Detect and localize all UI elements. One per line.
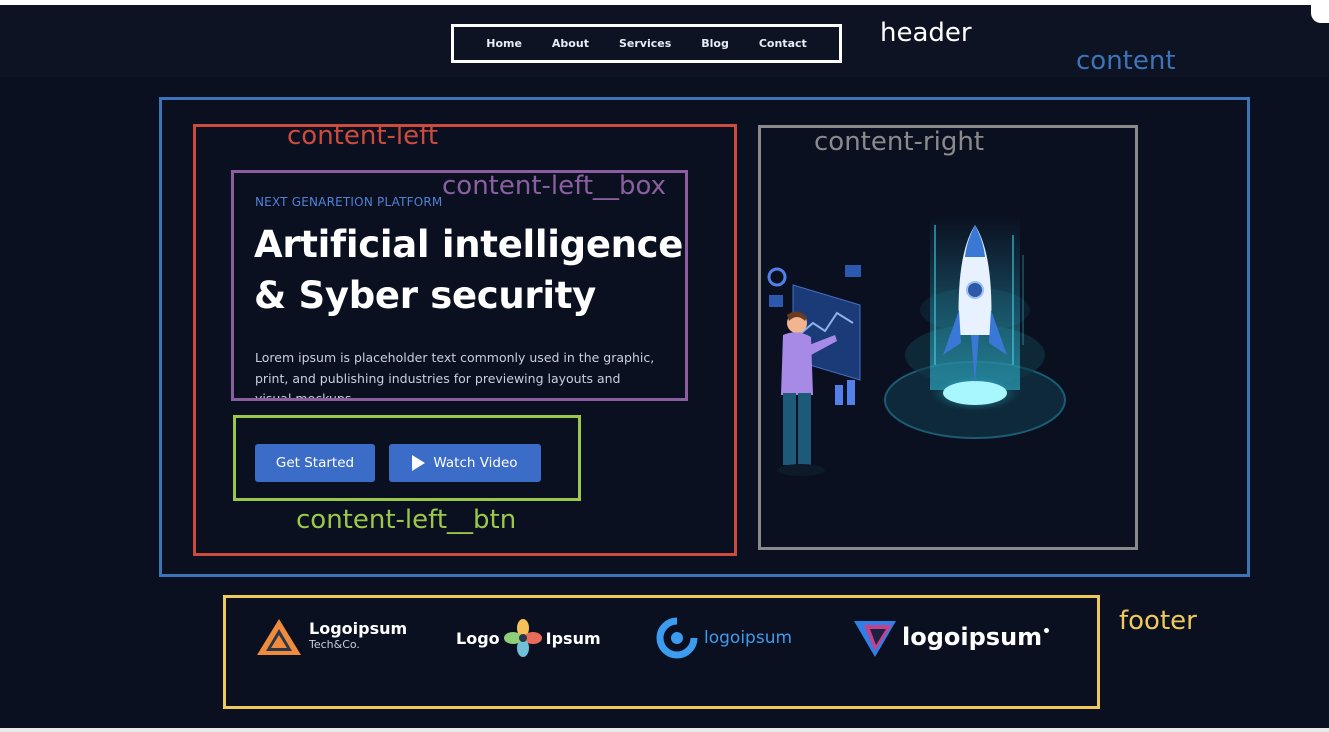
watch-video-label: Watch Video [433,455,518,471]
hero-headline: Artificial intelligence & Syber security [254,219,694,321]
get-started-label: Get Started [275,455,355,471]
main-nav: Home About Services Blog Contact [451,24,842,63]
nav-about[interactable]: About [552,37,589,50]
watch-video-button[interactable]: Watch Video [389,444,541,482]
nav-home[interactable]: Home [486,37,522,50]
swirl-logo-icon [656,617,698,659]
footer-annotation-label: footer [1119,606,1197,636]
partner-logo-1: Logoipsum Tech&Co. [255,617,407,657]
partner-logo-4: logoipsum [852,615,1050,659]
window-corner [1311,5,1329,23]
get-started-button[interactable]: Get Started [255,444,375,482]
logo-2-name-right: Ipsum [545,628,601,648]
logo-3-name-b: ipsum [740,628,793,648]
hero-description: Lorem ipsum is placeholder text commonly… [255,350,655,398]
logo-1-name: Logoipsum [309,619,408,638]
triangle-logo-icon [854,621,896,657]
partner-logo-2: Logo Ipsum [456,619,601,657]
hero-headline-line1: Artificial intelligence [254,223,684,266]
page-frame: Home About Services Blog Contact header … [0,5,1329,728]
hero-headline-line2: & Syber security [254,274,596,317]
hero-tagline: NEXT GENARETION PLATFORM [255,195,443,209]
play-icon [412,455,426,471]
logo-3-name-a: logo [704,628,741,648]
partner-logo-3: logo ipsum [656,617,792,659]
content-left-annotation-label: content-left [287,121,439,151]
content-annotation-label: content [1076,46,1176,76]
logo-4-name: logoipsum [902,623,1043,651]
header-annotation-label: header [880,18,972,48]
nav-blog[interactable]: Blog [701,37,729,50]
bottom-strip [0,728,1329,732]
nav-contact[interactable]: Contact [759,37,807,50]
rocket-illustration [767,215,1066,476]
pinwheel-logo-icon [503,619,542,657]
nav-services[interactable]: Services [619,37,671,50]
logo-4-dot [1044,627,1050,633]
logo-2-name-left: Logo [456,628,500,648]
logo-1-sub: Tech&Co. [309,638,360,651]
content-left-box-annotation-label: content-left__box [442,171,667,201]
content-left-btn-annotation-label: content-left__btn [296,505,517,535]
content-right-annotation-label: content-right [814,127,985,157]
tech-co-logo-icon [257,619,301,655]
